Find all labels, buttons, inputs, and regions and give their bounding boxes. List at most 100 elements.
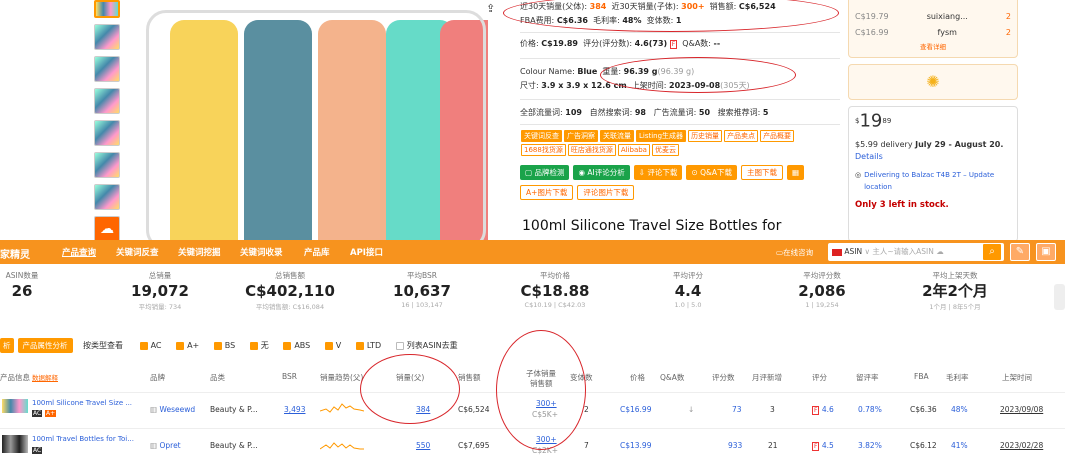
reviews-value[interactable]: 933: [728, 441, 742, 450]
pouch-outline: [146, 10, 486, 240]
filter-none[interactable]: 无: [249, 341, 269, 350]
all-keywords: 109: [565, 108, 582, 117]
attribute-analysis-button[interactable]: 产品属性分析: [17, 338, 73, 353]
rating-value[interactable]: F 4.6: [812, 405, 834, 415]
ai-review-button[interactable]: ◉ AI评论分析: [573, 165, 630, 180]
label: 广告流量词:: [653, 108, 697, 117]
label: 尺寸:: [520, 81, 539, 90]
nav-keyword-index[interactable]: 关键词收录: [240, 246, 283, 258]
nav-product-query[interactable]: 产品查询: [62, 246, 96, 258]
qa-count: --: [713, 39, 721, 48]
thumbnail[interactable]: [94, 184, 120, 210]
col-reviews[interactable]: 评分数: [712, 372, 735, 383]
search-input[interactable]: 主人~请输入ASIN: [872, 247, 934, 256]
nav-product-library[interactable]: 产品库: [304, 246, 330, 258]
panel-icon[interactable]: ▣: [1036, 243, 1056, 261]
listing-date-value[interactable]: 2023/09/08: [1000, 405, 1043, 414]
price-value[interactable]: C$16.99: [620, 405, 651, 414]
product-name-link[interactable]: 100ml Travel Bottles for Toi...: [32, 435, 134, 443]
revenue-value: C$7,695: [458, 441, 490, 450]
listing-date-value[interactable]: 2023/02/28: [1000, 441, 1043, 450]
view-detail-link[interactable]: 查看详细: [855, 41, 1011, 51]
tag-1688[interactable]: 1688找货源: [521, 144, 566, 156]
brand-link[interactable]: ▥ Opret: [150, 441, 181, 450]
asin-search-box[interactable]: ASIN ∨ 主人~请输入ASIN ☁: [828, 243, 1004, 261]
rating-value[interactable]: F 4.5: [812, 441, 834, 451]
tag-selling-points[interactable]: 产品卖点: [724, 130, 759, 142]
online-consult-link[interactable]: ▭在线咨询: [776, 247, 813, 258]
col-monthly-new[interactable]: 月评新增: [752, 372, 782, 383]
sales-trend-sparkline[interactable]: [320, 439, 364, 453]
tag-wangdian[interactable]: 旺店通找货源: [567, 144, 616, 156]
market-select[interactable]: ASIN: [844, 247, 862, 256]
col-sales-trend[interactable]: 销量趋势(父): [320, 372, 363, 383]
sales-trend-sparkline[interactable]: [320, 401, 364, 415]
col-qa[interactable]: Q&A数: [660, 372, 684, 383]
reviews-value[interactable]: 73: [732, 405, 742, 414]
tag-reverse-keyword[interactable]: 关键词反查: [521, 130, 562, 142]
ad-keywords: 50: [698, 108, 711, 117]
settings-icon[interactable]: ✎: [1010, 243, 1030, 261]
filter-ltd[interactable]: LTD: [355, 341, 381, 350]
tag-related-traffic[interactable]: 关联流量: [600, 130, 634, 142]
col-listing-date[interactable]: 上架时间: [1002, 372, 1032, 383]
delivery-date: July 29 - August 20.: [915, 139, 1004, 149]
thumbnail[interactable]: [94, 88, 120, 114]
review-download-button[interactable]: ⇩ 评论下载: [633, 165, 683, 180]
product-thumbnail[interactable]: [2, 435, 28, 453]
seller-price: C$16.99: [855, 28, 889, 37]
col-margin[interactable]: 毛利率: [946, 372, 969, 383]
price: C$19.89: [541, 39, 578, 48]
tag-listing-generator[interactable]: Listing生成器: [636, 130, 687, 142]
nav-api[interactable]: API接口: [350, 246, 383, 258]
tag-ad-insight[interactable]: 广告洞察: [564, 130, 598, 142]
brand-link[interactable]: ▥ Weseewd: [150, 405, 195, 414]
thumbnail[interactable]: [94, 56, 120, 82]
tag-youmai[interactable]: 优麦云: [651, 144, 679, 156]
qa-download-button[interactable]: ⊙ Q&A下载: [686, 165, 737, 180]
product-thumbnail[interactable]: [2, 399, 28, 413]
flag-icon[interactable]: F: [669, 40, 678, 49]
price-value[interactable]: C$13.99: [620, 441, 651, 450]
side-scroll-handle[interactable]: [1054, 284, 1065, 310]
video-thumbnail[interactable]: ☁: [94, 216, 120, 242]
aplus-download-button[interactable]: A+图片下载: [520, 185, 574, 200]
filter-aplus[interactable]: A+: [176, 341, 199, 350]
thumbnail[interactable]: [94, 0, 120, 18]
col-price[interactable]: 价格: [630, 372, 645, 383]
col-revenue[interactable]: 销售额: [458, 372, 481, 383]
search-icon[interactable]: ⌕: [982, 243, 1002, 261]
parent-sales-value[interactable]: 550: [416, 441, 430, 450]
filter-v[interactable]: V: [324, 341, 341, 350]
tag-alibaba[interactable]: Alibaba: [617, 144, 650, 156]
view-by-type[interactable]: 按类型查看: [83, 341, 123, 350]
tag-history-sales[interactable]: 历史销量: [688, 130, 723, 142]
thumbnail[interactable]: [94, 152, 120, 178]
filter-dedupe[interactable]: 列表ASIN去重: [395, 341, 458, 350]
canada-flag-icon: [832, 248, 842, 256]
nav-keyword-mining[interactable]: 关键词挖掘: [178, 246, 221, 258]
col-review-rate[interactable]: 留评率: [856, 372, 879, 383]
brand-check-button[interactable]: ▢ 品牌检测: [520, 165, 570, 180]
category: Beauty & P...: [210, 441, 258, 450]
col-fba[interactable]: FBA: [914, 372, 929, 381]
share-icon[interactable]: ⇪: [486, 2, 495, 15]
calculator-icon[interactable]: ▦: [787, 165, 805, 180]
analysis-button[interactable]: 析: [0, 338, 14, 353]
nav-keyword-reverse[interactable]: 关键词反查: [116, 246, 159, 258]
filter-ac[interactable]: AC: [139, 341, 162, 350]
deliver-to-link[interactable]: Delivering to Balzac T4B 2T – Update loc…: [864, 169, 1011, 193]
main-image-download-button[interactable]: 主图下载: [741, 165, 783, 180]
filter-bs[interactable]: BS: [213, 341, 235, 350]
tag-summary[interactable]: 产品概要: [760, 130, 795, 142]
thumbnail[interactable]: [94, 120, 120, 146]
details-link[interactable]: Details: [855, 152, 883, 161]
col-bsr[interactable]: BSR: [282, 372, 297, 381]
thumbnail[interactable]: [94, 24, 120, 50]
bsr-value[interactable]: 3,493: [284, 405, 305, 414]
col-data-explain[interactable]: 数据解释: [32, 372, 58, 382]
col-rating[interactable]: 评分: [812, 372, 827, 383]
product-name-link[interactable]: 100ml Silicone Travel Size ...: [32, 399, 132, 407]
filter-abs[interactable]: ABS: [283, 341, 310, 350]
review-image-download-button[interactable]: 评论图片下载: [577, 185, 635, 200]
